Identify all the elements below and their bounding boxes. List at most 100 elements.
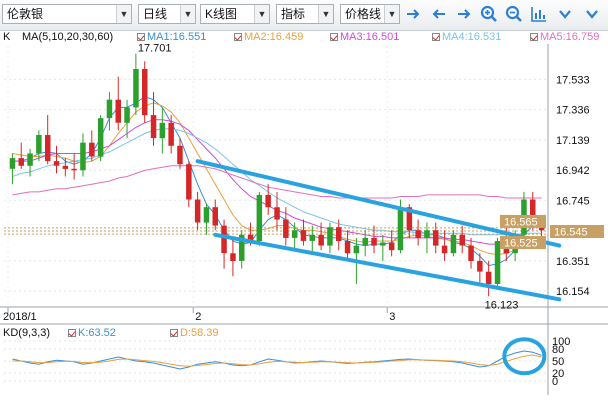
candle-body: [27, 153, 33, 166]
candle-body: [291, 230, 298, 238]
candlestick-chart: 17.533 17.336 17.139 16.942 16.745 16.351 16.1…: [0, 43, 608, 395]
toolbar: 伦敦银 ▼ 日线 ▼ K线图 ▼ 指标 ▼ 价格线 ▼: [0, 0, 608, 31]
ma4-line: [12, 128, 542, 236]
channel-line: [213, 232, 562, 302]
candle-body: [133, 69, 139, 108]
arrow-right-icon[interactable]: [404, 5, 422, 23]
candle-body: [336, 227, 342, 241]
price-axis: 17.533 17.336 17.139 16.942 16.745 16.351 16.1…: [138, 43, 604, 311]
chevron-down-icon[interactable]: [556, 5, 574, 23]
candle-body: [150, 115, 157, 139]
arrow-right-icon[interactable]: [455, 5, 473, 23]
candle-body: [503, 241, 510, 254]
high-price-label: 17.701: [138, 43, 172, 55]
price-tick-label: 17.139: [556, 135, 590, 147]
indicator-label: 指标: [281, 7, 306, 21]
candle-body: [247, 234, 254, 241]
candle-body: [53, 161, 60, 166]
candle-body: [71, 168, 77, 171]
candle-body: [494, 241, 501, 284]
kd-pane: 1008050200: [4, 336, 570, 388]
checkbox-icon: [137, 33, 145, 41]
candle-body: [441, 245, 448, 254]
candle-body: [538, 222, 545, 231]
candle-body: [406, 207, 413, 231]
candle-body: [80, 142, 86, 171]
chevron-down-icon: ▼: [254, 5, 269, 23]
checkbox-icon: [170, 329, 178, 337]
chevron-down-icon[interactable]: [583, 5, 601, 23]
chart-type-label: K线图: [205, 7, 238, 21]
checkbox-icon: [530, 33, 538, 41]
price-tag-label: 16.525: [504, 238, 538, 250]
ma3-line: [12, 119, 542, 245]
candle-body: [450, 234, 457, 254]
ma3-legend[interactable]: MA3:16.501: [330, 30, 399, 44]
candle-body: [300, 230, 307, 241]
price-line-select[interactable]: 价格线 ▼: [340, 4, 400, 24]
ma4-legend[interactable]: MA4:16.531: [432, 30, 501, 44]
trading-chart-window: 伦敦银 ▼ 日线 ▼ K线图 ▼ 指标 ▼ 价格线 ▼ K MA(5,10,20…: [0, 0, 608, 402]
instrument-select[interactable]: 伦敦银 ▼: [2, 4, 132, 24]
chart-type-select[interactable]: K线图 ▼: [200, 4, 270, 24]
channel-line: [195, 159, 562, 248]
candle-body: [344, 241, 351, 254]
highlight-circle: [502, 337, 547, 376]
price-tick-label: 16.154: [556, 286, 590, 298]
checkbox-icon: [68, 329, 76, 337]
candle-body: [530, 199, 536, 223]
kd-tick-label: 80: [552, 344, 564, 356]
candles: [9, 53, 545, 297]
k-legend[interactable]: K:63.52: [68, 326, 116, 340]
candle-body: [36, 135, 42, 154]
candle-body: [239, 234, 245, 261]
checkbox-icon: [330, 33, 338, 41]
price-tick-label: 17.336: [556, 105, 590, 117]
chevron-down-icon: ▼: [318, 5, 333, 23]
bar-chart-icon[interactable]: [530, 5, 548, 23]
kd-label: KD(9,3,3): [3, 327, 51, 339]
ma2-legend[interactable]: MA2:16.459: [234, 30, 303, 44]
candle-body: [18, 158, 24, 166]
price-tick-label: 17.533: [556, 74, 590, 86]
price-tag-label: 16.545: [554, 227, 588, 239]
period-label: 日线: [143, 7, 168, 21]
candle-body: [106, 99, 113, 119]
time-axis: 2018/1 2 3: [3, 307, 395, 323]
price-tick-label: 16.745: [556, 195, 590, 207]
low-price-label: 16.123: [485, 299, 519, 311]
period-select[interactable]: 日线 ▼: [138, 4, 196, 24]
chart-grid: [0, 44, 608, 395]
checkbox-icon: [432, 33, 440, 41]
arrow-left-icon[interactable]: [430, 5, 448, 23]
candle-body: [353, 245, 360, 254]
zoom-out-icon[interactable]: [505, 5, 523, 23]
candle-body: [433, 230, 439, 246]
candle-body: [221, 225, 227, 254]
d-legend[interactable]: D:58.39: [170, 326, 219, 340]
kd-d-line: [12, 354, 542, 367]
candle-body: [168, 122, 174, 146]
candle-body: [362, 237, 368, 246]
candle-body: [468, 245, 474, 261]
price-tag: [500, 214, 546, 228]
ma1-legend[interactable]: MA1:16.551: [137, 30, 206, 44]
candle-body: [521, 199, 527, 235]
zoom-in-icon[interactable]: [480, 5, 498, 23]
candle-body: [89, 142, 95, 157]
price-tag: [500, 236, 546, 250]
price-tag-label: 16.565: [504, 216, 538, 228]
ma5-line: [12, 165, 542, 199]
candle-body: [159, 122, 166, 139]
price-line-label: 价格线: [345, 7, 382, 21]
kd-tick-label: 20: [552, 368, 564, 380]
ma5-legend[interactable]: MA5:16.759: [530, 30, 599, 44]
candle-body: [318, 234, 324, 246]
candle-body: [415, 230, 421, 238]
candle-body: [62, 165, 69, 169]
candle-body: [424, 230, 430, 238]
indicator-select[interactable]: 指标 ▼: [276, 4, 334, 24]
candle-body: [265, 194, 271, 208]
candle-body: [97, 118, 104, 157]
candle-body: [274, 207, 280, 220]
